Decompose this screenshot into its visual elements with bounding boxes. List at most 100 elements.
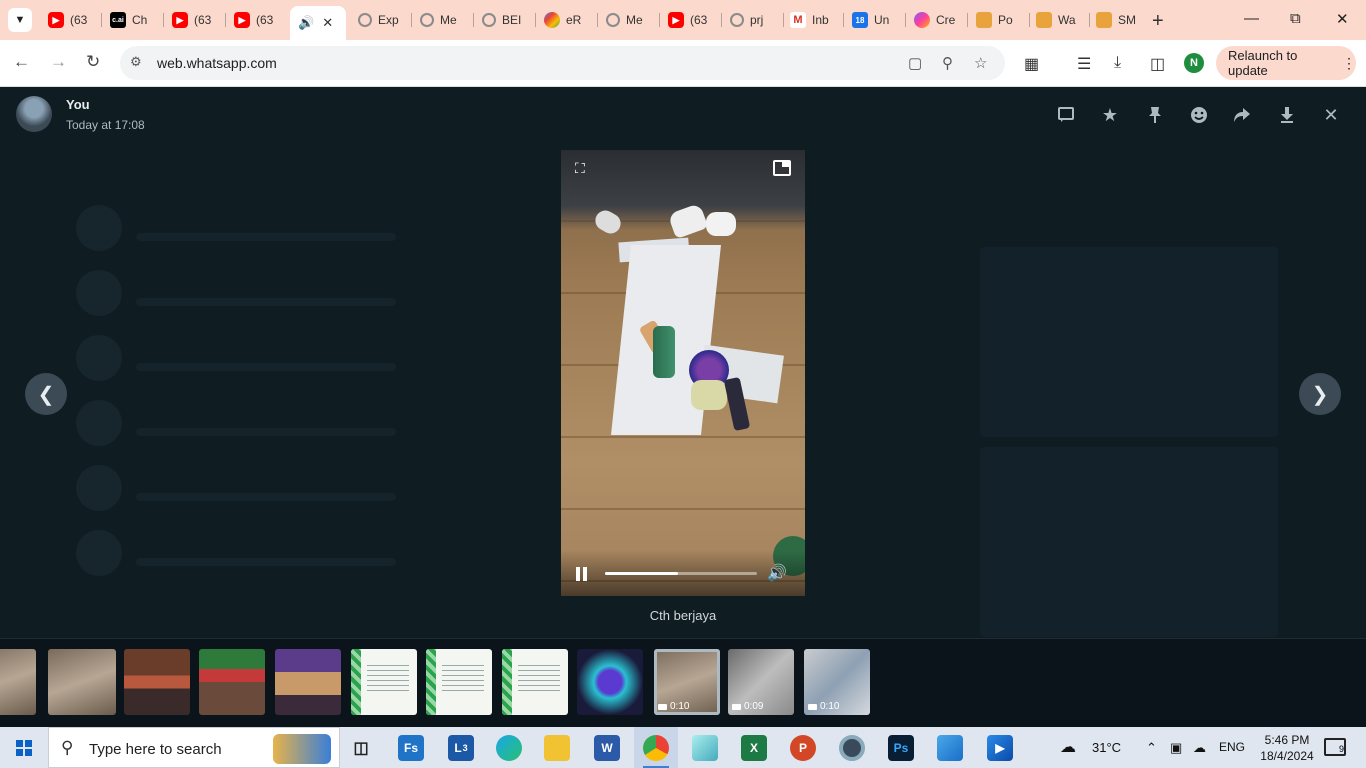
network-icon[interactable]: ▣	[1170, 740, 1182, 756]
tab-title: BEI	[502, 13, 522, 27]
tab-youtube-3[interactable]: ▶ (63	[226, 6, 288, 34]
tab-bei[interactable]: BEI	[474, 6, 536, 34]
tab-search-button[interactable]: ▼	[8, 8, 32, 32]
edge-icon[interactable]	[496, 735, 522, 761]
taskbar-search-box[interactable]: ⚲ Type here to search	[48, 727, 340, 768]
forward-icon[interactable]	[1231, 104, 1253, 126]
chrome-icon[interactable]	[643, 735, 669, 768]
task-view-icon[interactable]: ◫	[348, 735, 374, 761]
media-thumbnail[interactable]	[124, 649, 190, 715]
excel-icon[interactable]: X	[741, 735, 767, 761]
photos-icon[interactable]	[937, 735, 963, 761]
file-explorer-icon[interactable]	[544, 735, 570, 761]
picture-in-picture-icon[interactable]	[773, 160, 791, 176]
media-thumbnail[interactable]	[426, 649, 492, 715]
tab-canva[interactable]: Cre	[906, 6, 968, 34]
weather-icon[interactable]: ☁	[1060, 737, 1076, 757]
notification-center-icon[interactable]: 9	[1324, 738, 1346, 756]
zoom-icon[interactable]: ⚲	[942, 54, 953, 72]
tab-youtube-4[interactable]: ▶ (63	[660, 6, 722, 34]
tab-prj[interactable]: prj	[722, 6, 784, 34]
onedrive-icon[interactable]: ☁	[1193, 740, 1206, 756]
previous-media-button[interactable]: ❮	[25, 373, 67, 415]
speaker-icon[interactable]: 🔊	[298, 15, 314, 31]
side-panel-icon[interactable]: ◫	[1150, 54, 1165, 74]
restore-icon[interactable]: ⧉	[1290, 10, 1301, 27]
media-control-icon[interactable]: ☰	[1077, 54, 1091, 74]
back-icon[interactable]: ←	[13, 52, 30, 72]
volume-icon[interactable]: 🔊	[767, 563, 787, 583]
media-thumbnail-selected[interactable]: 0:10	[654, 649, 720, 715]
crystal-icon[interactable]	[692, 735, 718, 761]
fs-icon[interactable]: Fs	[398, 735, 424, 761]
language-indicator[interactable]: ENG	[1219, 740, 1245, 754]
windows-start-icon[interactable]	[16, 740, 32, 756]
media-thumbnail[interactable]: 0:10	[804, 649, 870, 715]
tab-exp[interactable]: Exp	[350, 6, 412, 34]
tab-me-1[interactable]: Me	[412, 6, 474, 34]
tab-youtube-2[interactable]: ▶ (63	[164, 6, 226, 34]
address-bar[interactable]: ⚙ web.whatsapp.com ▢ ⚲ ☆	[120, 46, 1005, 80]
photoshop-icon[interactable]: Ps	[888, 735, 914, 761]
tab-character-ai[interactable]: c.ai Ch	[102, 6, 164, 34]
profile-avatar[interactable]: N	[1184, 53, 1204, 73]
tab-calendar[interactable]: 18 Un	[844, 6, 906, 34]
calendar-icon: 18	[852, 12, 868, 28]
tab-youtube-1[interactable]: ▶ (63	[40, 6, 102, 34]
fullscreen-icon[interactable]: ⛶	[575, 160, 591, 176]
powerpoint-icon[interactable]: P	[790, 735, 816, 761]
tab-er[interactable]: eR	[536, 6, 598, 34]
more-options-icon[interactable]: ⋮	[1342, 55, 1356, 72]
tab-wa[interactable]: Wa	[1028, 6, 1090, 34]
video-duration: 0:09	[744, 701, 764, 712]
circle-app-icon[interactable]	[839, 735, 865, 761]
url-text[interactable]: web.whatsapp.com	[157, 55, 277, 71]
extensions-icon[interactable]: ▦	[1024, 54, 1039, 74]
window-close-icon[interactable]: ✕	[1336, 10, 1349, 28]
emoji-icon[interactable]	[1188, 104, 1210, 126]
media-thumbnail[interactable]	[351, 649, 417, 715]
lync-icon[interactable]: L3	[448, 735, 474, 761]
tab-sm[interactable]: SM	[1088, 6, 1150, 34]
book-icon	[1096, 12, 1112, 28]
media-thumbnail[interactable]	[577, 649, 643, 715]
video-duration: 0:10	[820, 701, 840, 712]
media-thumbnail[interactable]	[199, 649, 265, 715]
download-icon[interactable]	[1276, 104, 1298, 126]
media-thumbnail[interactable]	[275, 649, 341, 715]
pause-icon[interactable]	[575, 567, 589, 583]
tab-gmail[interactable]: M Inb	[782, 6, 844, 34]
tab-me-2[interactable]: Me	[598, 6, 660, 34]
youtube-icon: ▶	[668, 12, 684, 28]
media-thumbnail[interactable]	[48, 649, 116, 715]
new-tab-button[interactable]: +	[1152, 10, 1164, 33]
site-info-icon[interactable]: ⚙	[130, 54, 142, 70]
tab-po[interactable]: Po	[968, 6, 1030, 34]
close-icon[interactable]: ✕	[1320, 104, 1342, 126]
search-highlight-illustration	[273, 734, 331, 764]
reply-icon[interactable]	[1055, 104, 1077, 126]
show-hidden-icons-icon[interactable]: ⌃	[1146, 740, 1157, 756]
forward-icon[interactable]: →	[50, 52, 67, 72]
youtube-icon: ▶	[48, 12, 64, 28]
word-icon[interactable]: W	[594, 735, 620, 761]
reload-icon[interactable]: ↻	[86, 52, 100, 72]
relaunch-button[interactable]: Relaunch to update ⋮	[1216, 46, 1356, 80]
tab-whatsapp-active[interactable]: 🔊 ✕	[290, 6, 346, 40]
seek-bar[interactable]	[605, 572, 757, 575]
bookmark-star-icon[interactable]: ☆	[974, 54, 987, 72]
next-media-button[interactable]: ❯	[1299, 373, 1341, 415]
media-thumbnail[interactable]	[0, 649, 36, 715]
media-thumbnail[interactable]	[502, 649, 568, 715]
close-tab-icon[interactable]: ✕	[322, 15, 333, 31]
video-editor-icon[interactable]: ▶	[987, 735, 1013, 761]
minimize-icon[interactable]: —	[1244, 10, 1259, 27]
downloads-icon[interactable]: ⤓	[1114, 54, 1121, 72]
star-icon[interactable]: ★	[1099, 104, 1121, 126]
video-player[interactable]: ⛶ 🔊	[561, 150, 805, 596]
taskbar-clock[interactable]: 5:46 PM 18/4/2024	[1259, 732, 1315, 764]
pin-icon[interactable]	[1144, 104, 1166, 126]
install-app-icon[interactable]: ▢	[908, 54, 922, 72]
weather-temp[interactable]: 31°C	[1092, 740, 1121, 755]
media-thumbnail[interactable]: 0:09	[728, 649, 794, 715]
